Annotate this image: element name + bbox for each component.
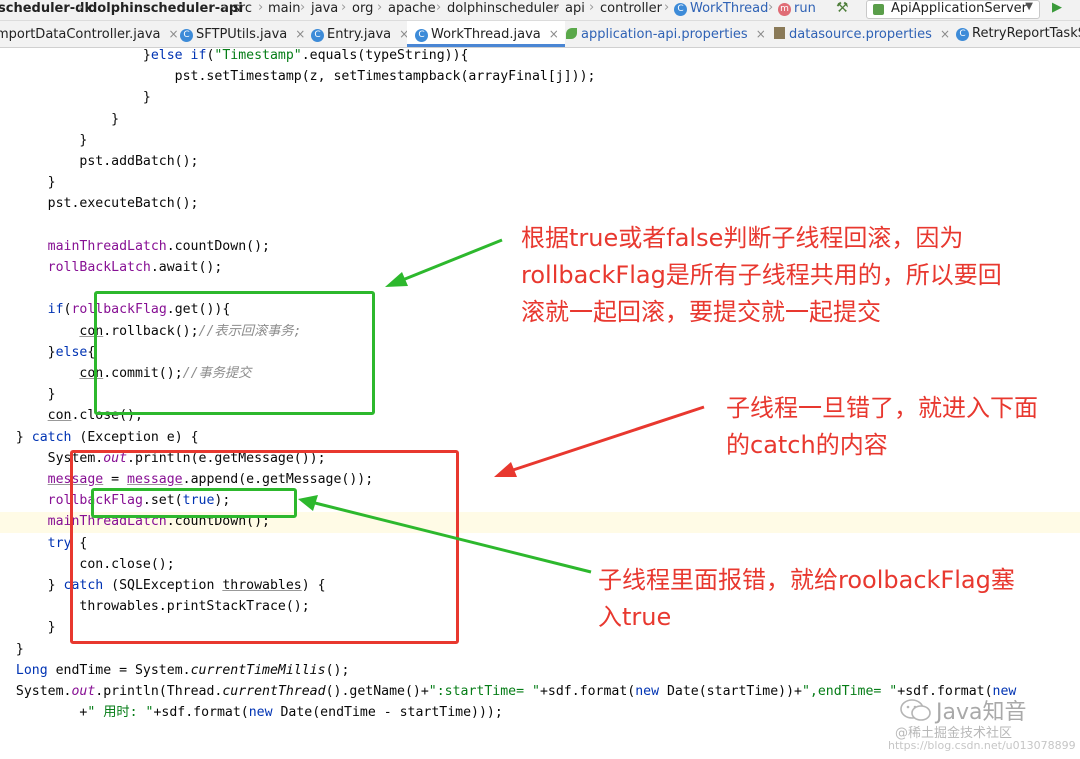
tab-label: Entry.java: [327, 27, 392, 42]
breadcrumb-separator: ›: [554, 0, 560, 15]
breadcrumb-separator: ›: [222, 0, 228, 15]
code-line-29: }: [15, 641, 24, 657]
annotation-rollback-explanation: 根据true或者false判断子线程回滚，因为 rollbackFlag是所有子…: [521, 224, 1002, 326]
properties-icon: [774, 27, 785, 39]
tab-entry[interactable]: C Entry.java ×: [311, 21, 409, 47]
tab-label: mportDataController.java: [0, 27, 161, 42]
run-configuration-label: ApiApplicationServer: [891, 1, 1028, 16]
code-line-17: }: [47, 387, 56, 403]
close-icon[interactable]: ×: [295, 27, 305, 41]
breadcrumb-separator: ›: [768, 0, 774, 15]
code-line-8: pst.executeBatch();: [0, 196, 199, 212]
tab-label: WorkThread.java: [431, 27, 541, 42]
code-line-19: } catch (Exception e) {: [15, 429, 199, 445]
editor-tab-bar: mportDataController.java × C SFTPUtils.jav…: [0, 21, 1080, 48]
breadcrumb-method-label: run: [794, 1, 816, 16]
tab-label: SFTPUtils.java: [196, 27, 288, 42]
class-icon: C: [674, 3, 687, 16]
breadcrumb-separator: ›: [589, 0, 595, 15]
breadcrumb-separator: ›: [341, 0, 347, 15]
red-highlight-box-catch: [70, 450, 459, 644]
code-line-10: mainThreadLatch.countDown();: [47, 238, 270, 254]
code-line-1: }else if("Timestamp".equals(typeString))…: [0, 48, 469, 63]
navigation-bar: scheduler-dk › dolphinscheduler-api › sr…: [0, 0, 1080, 21]
breadcrumb-java[interactable]: java: [311, 1, 338, 16]
code-line-7: }: [0, 175, 56, 191]
close-icon[interactable]: ×: [168, 27, 178, 41]
play-icon[interactable]: ▶: [1052, 0, 1062, 15]
code-line-32: +" 用时: "+sdf.format(new Date(endTime - s…: [15, 705, 503, 721]
breadcrumb-separator: ›: [664, 0, 670, 15]
breadcrumb-separator: ›: [436, 0, 442, 15]
breadcrumb-dolphinscheduler[interactable]: dolphinscheduler: [447, 1, 559, 16]
hammer-icon[interactable]: ⚒: [836, 0, 849, 16]
annotation-catch-explanation: 子线程一旦错了，就进入下面 的catch的内容: [726, 394, 1038, 459]
annotation-set-true-explanation: 子线程里面报错，就给roolbackFlag塞 入true: [598, 566, 1015, 631]
watermark-url: https://blog.csdn.net/u013078899: [888, 739, 1076, 752]
green-highlight-box-if-else: [94, 291, 375, 415]
code-line-31: System.out.println(Thread.currentThread(…: [15, 684, 1017, 700]
code-line-6: pst.addBatch();: [0, 154, 199, 170]
code-line-11: rollBackLatch.await();: [47, 260, 223, 276]
code-line-28: }: [47, 620, 56, 636]
code-line-15: }else{: [47, 344, 96, 360]
code-line-2: pst.setTimestamp(z, setTimestampback(arr…: [0, 69, 596, 85]
class-icon: C: [180, 29, 193, 42]
code-line-3: }: [0, 90, 151, 106]
breadcrumb-apache[interactable]: apache: [388, 1, 436, 16]
close-icon[interactable]: ×: [549, 27, 559, 41]
code-line-4: }: [0, 111, 120, 127]
spring-leaf-icon: [566, 28, 577, 39]
tab-label: datasource.properties: [789, 27, 932, 42]
chevron-down-icon: ▼: [1025, 1, 1033, 12]
code-line-5: }: [0, 132, 88, 148]
close-icon[interactable]: ×: [756, 27, 766, 41]
run-configuration-select[interactable]: ApiApplicationServer ▼: [866, 0, 1040, 19]
breadcrumb-method[interactable]: m run: [778, 1, 816, 16]
close-icon[interactable]: ×: [940, 27, 950, 41]
breadcrumb-separator: ›: [300, 0, 306, 15]
tab-label: application-api.properties: [581, 27, 748, 42]
breadcrumb-api[interactable]: api: [565, 1, 585, 16]
class-icon: C: [956, 28, 969, 41]
code-line-30: Long endTime = System.currentTimeMillis(…: [15, 662, 350, 678]
breadcrumb-main[interactable]: main: [268, 1, 300, 16]
tab-application-api-properties[interactable]: application-api.properties ×: [566, 21, 766, 47]
green-highlight-box-rollback-flag: [91, 488, 297, 518]
tab-retry-report-task[interactable]: C RetryReportTaskS: [956, 21, 1080, 47]
tab-datasource-properties[interactable]: datasource.properties ×: [774, 21, 950, 47]
class-icon: C: [415, 29, 428, 42]
breadcrumb-separator: ›: [78, 0, 84, 15]
spring-boot-icon: [873, 4, 884, 15]
breadcrumb-class-label: WorkThread: [690, 1, 769, 16]
breadcrumb-src[interactable]: src: [233, 1, 252, 16]
breadcrumb-separator: ›: [258, 0, 264, 15]
breadcrumb-org[interactable]: org: [352, 1, 373, 16]
tab-work-thread[interactable]: C WorkThread.java ×: [407, 21, 565, 47]
method-icon: m: [778, 3, 791, 16]
tab-import-data-controller[interactable]: mportDataController.java ×: [0, 21, 179, 47]
wechat-logo-icon: [900, 699, 931, 721]
class-icon: C: [311, 29, 324, 42]
tab-label: RetryReportTaskS: [972, 26, 1080, 41]
breadcrumb-module[interactable]: dolphinscheduler-api: [88, 1, 243, 16]
breadcrumb-separator: ›: [377, 0, 383, 15]
tab-sftp-utils[interactable]: C SFTPUtils.java ×: [180, 21, 305, 47]
breadcrumb-class[interactable]: C WorkThread: [674, 1, 768, 16]
breadcrumb-controller[interactable]: controller: [600, 1, 662, 16]
